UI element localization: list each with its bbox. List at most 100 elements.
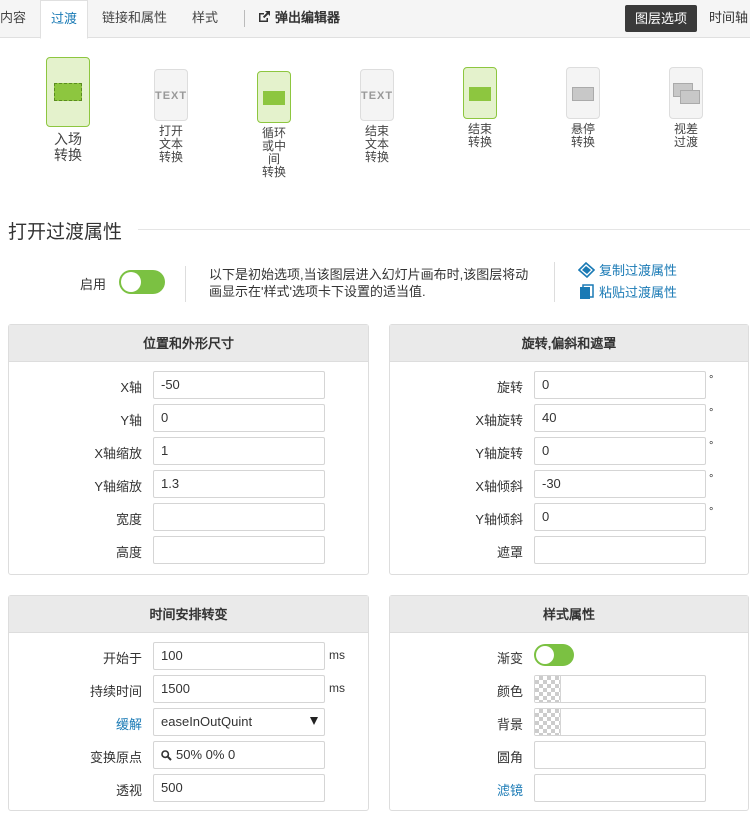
field-label: X轴缩放 <box>94 446 142 461</box>
row-width: 宽度 <box>9 503 368 531</box>
tab-content[interactable]: 内容 <box>0 0 34 38</box>
dropdown-arrow-icon <box>310 717 318 725</box>
row-rotation: 旋转 0 ° <box>390 371 748 399</box>
tab-separator <box>244 10 245 27</box>
rotation-input[interactable]: 0 <box>534 371 706 399</box>
filter-input[interactable] <box>534 774 706 802</box>
field-label: 遮罩 <box>496 545 523 560</box>
y-input[interactable]: 0 <box>153 404 325 432</box>
row-color: 颜色 <box>390 675 748 703</box>
transition-type-label: 视差 过渡 <box>673 122 698 149</box>
duration-input[interactable]: 1500 <box>153 675 325 703</box>
transform-origin-input[interactable]: 50% 0% 0 <box>153 741 325 769</box>
skew-y-input[interactable]: 0 <box>534 503 706 531</box>
degree-unit: ° <box>709 374 714 386</box>
field-label: 背景 <box>496 717 523 732</box>
ms-unit: ms <box>329 681 345 695</box>
layer-options-button[interactable]: 图层选项 <box>625 5 697 32</box>
external-link-icon <box>259 11 270 22</box>
paste-transition-label: 粘贴过渡属性 <box>599 285 678 300</box>
perspective-input[interactable]: 500 <box>153 774 325 802</box>
popup-editor-button[interactable]: 弹出编辑器 <box>257 0 340 38</box>
info-text: 以下是初始选项,当该图层进入幻灯片画布时,该图层将动画显示在'样式'选项卡下设置… <box>209 267 529 299</box>
transition-type-label: 悬停 转换 <box>570 122 595 149</box>
field-label: Y轴倾斜 <box>475 512 523 527</box>
tab-timeline[interactable]: 时间轴 <box>709 0 748 38</box>
tab-style[interactable]: 样式 <box>192 0 226 38</box>
row-transform-origin: 变换原点 50% 0% 0 <box>9 741 368 769</box>
ms-unit: ms <box>329 648 345 662</box>
copy-icon <box>577 261 596 279</box>
row-duration: 持续时间 1500 ms <box>9 675 368 703</box>
popup-editor-label: 弹出编辑器 <box>275 10 341 25</box>
field-label: Y轴旋转 <box>475 446 523 461</box>
degree-unit: ° <box>709 473 714 485</box>
row-background: 背景 <box>390 708 748 736</box>
scale-y-input[interactable]: 1.3 <box>153 470 325 498</box>
rotation-skew-panel: 旋转,偏斜和遮罩 旋转 0 ° X轴旋转 40 ° Y轴旋转 0 ° X轴倾斜 -30 ° Y轴… <box>389 324 749 575</box>
row-start: 开始于 100 ms <box>9 642 368 670</box>
row-skew-x: X轴倾斜 -30 ° <box>390 470 748 498</box>
x-input[interactable]: -50 <box>153 371 325 399</box>
text-transition-icon: TEXT <box>360 69 394 121</box>
border-radius-input[interactable] <box>534 741 706 769</box>
color-picker[interactable] <box>534 675 706 703</box>
field-label: X轴 <box>120 380 142 395</box>
position-size-panel: 位置和外形尺寸 X轴 -50 Y轴 0 X轴缩放 1 Y轴缩放 1.3 宽度 高度 <box>8 324 369 575</box>
row-scale-y: Y轴缩放 1.3 <box>9 470 368 498</box>
field-label: 宽度 <box>115 512 142 527</box>
transition-type-hover[interactable]: 悬停 转换 <box>555 67 611 149</box>
field-label: Y轴缩放 <box>94 479 142 494</box>
row-height: 高度 <box>9 536 368 564</box>
start-input[interactable]: 100 <box>153 642 325 670</box>
rotation-x-input[interactable]: 40 <box>534 404 706 432</box>
row-scale-x: X轴缩放 1 <box>9 437 368 465</box>
filter-link[interactable]: 滤镜 <box>497 780 523 799</box>
easing-select[interactable]: easeInOutQuint <box>153 708 325 736</box>
row-x: X轴 -50 <box>9 371 368 399</box>
field-label: 颜色 <box>496 684 523 699</box>
parallax-transition-icon <box>669 67 703 119</box>
hover-transition-icon <box>566 67 600 119</box>
divider <box>554 262 555 302</box>
field-label: 持续时间 <box>89 684 142 699</box>
row-skew-y: Y轴倾斜 0 ° <box>390 503 748 531</box>
transition-type-label: 入场 转换 <box>54 131 82 163</box>
easing-value: easeInOutQuint <box>161 714 253 729</box>
toggle-knob <box>121 272 141 292</box>
transition-type-open-text[interactable]: TEXT 打开 文本 转换 <box>143 69 199 164</box>
transition-type-label: 结束 转换 <box>467 122 492 149</box>
panel-title: 样式属性 <box>390 596 748 633</box>
tab-links-properties[interactable]: 链接和属性 <box>102 0 174 38</box>
transition-type-loop[interactable]: 循环 或中 间 转换 <box>246 71 302 179</box>
rotation-y-input[interactable]: 0 <box>534 437 706 465</box>
transition-type-in[interactable]: 入场 转换 <box>40 57 96 163</box>
transparent-swatch <box>535 676 561 702</box>
search-icon <box>161 750 172 761</box>
gradient-toggle[interactable] <box>534 644 574 666</box>
field-label: 开始于 <box>102 651 142 666</box>
section-title: 打开过渡属性 <box>8 222 123 243</box>
divider <box>185 266 186 302</box>
width-input[interactable] <box>153 503 325 531</box>
mask-input[interactable] <box>534 536 706 564</box>
row-border-radius: 圆角 <box>390 741 748 769</box>
background-picker[interactable] <box>534 708 706 736</box>
transition-type-end-text[interactable]: TEXT 结束 文本 转换 <box>349 69 405 164</box>
transition-type-parallax[interactable]: 视差 过渡 <box>658 67 714 149</box>
tab-transition[interactable]: 过渡 <box>40 0 88 39</box>
copy-transition-link[interactable]: 复制过渡属性 <box>577 260 677 279</box>
paste-transition-link[interactable]: 粘贴过渡属性 <box>578 282 677 301</box>
paste-icon <box>580 284 594 299</box>
easing-link[interactable]: 缓解 <box>116 714 142 733</box>
transition-type-end[interactable]: 结束 转换 <box>452 67 508 149</box>
field-label: 旋转 <box>496 380 523 395</box>
loop-transition-icon <box>257 71 291 123</box>
enable-toggle[interactable] <box>119 270 165 294</box>
skew-x-input[interactable]: -30 <box>534 470 706 498</box>
row-rotation-y: Y轴旋转 0 ° <box>390 437 748 465</box>
scale-x-input[interactable]: 1 <box>153 437 325 465</box>
toggle-knob <box>536 646 554 664</box>
height-input[interactable] <box>153 536 325 564</box>
row-y: Y轴 0 <box>9 404 368 432</box>
